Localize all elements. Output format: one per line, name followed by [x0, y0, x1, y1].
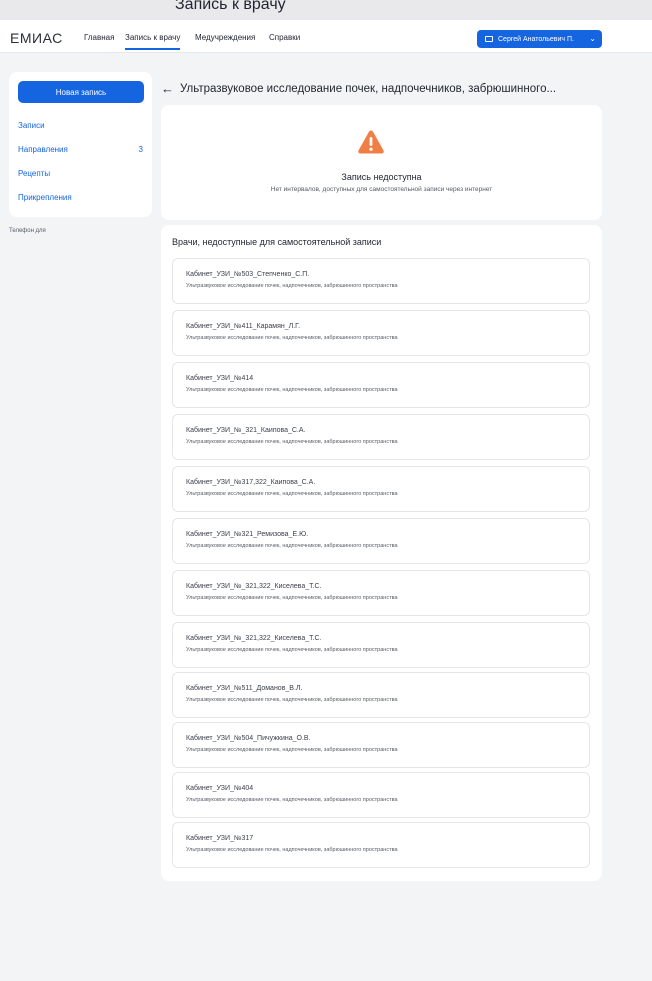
card-icon	[485, 36, 493, 42]
unavailable-card: Запись недоступна Нет интервалов, доступ…	[161, 105, 602, 220]
doctor-service: Ультразвуковое исследование почек, надпо…	[186, 747, 398, 753]
doctor-name: Кабинет_УЗИ_№_321,322_Киселева_Т.С.	[186, 635, 322, 642]
doctor-item[interactable]: Кабинет_УЗИ_№411_Карамян_Л.Г. Ультразвук…	[172, 310, 590, 356]
doctor-service: Ультразвуковое исследование почек, надпо…	[186, 439, 398, 445]
doctor-name: Кабинет_УЗИ_№411_Карамян_Л.Г.	[186, 323, 301, 330]
nav-certificates[interactable]: Справки	[269, 33, 300, 42]
doctors-card: Врачи, недоступные для самостоятельной з…	[161, 225, 602, 881]
warning-triangle-icon	[358, 130, 384, 154]
window-caption: Запись к врачу	[175, 0, 286, 13]
doctor-item[interactable]: Кабинет_УЗИ_№503_Степченко_С.П. Ультразв…	[172, 258, 590, 304]
emias-logo[interactable]: ЕМИАС	[10, 30, 63, 46]
sidebar-item-attachments[interactable]: Прикрепления	[18, 193, 72, 202]
doctor-name: Кабинет_УЗИ_№503_Степченко_С.П.	[186, 271, 310, 278]
page-title: Ультразвуковое исследование почек, надпо…	[180, 83, 557, 95]
doctor-service: Ультразвуковое исследование почек, надпо…	[186, 595, 398, 601]
sidebar-item-prescriptions[interactable]: Рецепты	[18, 169, 50, 178]
doctor-item[interactable]: Кабинет_УЗИ_№_321,322_Киселева_Т.С. Ульт…	[172, 570, 590, 616]
doctor-item[interactable]: Кабинет_УЗИ_№321_Ремизова_Е.Ю. Ультразву…	[172, 518, 590, 564]
doctor-item[interactable]: Кабинет_УЗИ_№_321,322_Киселева_Т.С. Ульт…	[172, 622, 590, 668]
doctor-name: Кабинет_УЗИ_№321_Ремизова_Е.Ю.	[186, 531, 309, 538]
sidebar-item-appointments[interactable]: Записи	[18, 121, 45, 130]
doctor-service: Ультразвуковое исследование почек, надпо…	[186, 387, 398, 393]
doctor-name: Кабинет_УЗИ_№504_Пичужкина_О.В.	[186, 735, 311, 742]
doctor-item[interactable]: Кабинет_УЗИ_№404 Ультразвуковое исследов…	[172, 772, 590, 818]
doctor-service: Ультразвуковое исследование почек, надпо…	[186, 797, 398, 803]
doctor-name: Кабинет_УЗИ_№511_Доманов_В.Л.	[186, 685, 303, 692]
arrow-left-icon[interactable]: ←	[161, 81, 174, 96]
doctor-service: Ультразвуковое исследование почек, надпо…	[186, 335, 398, 341]
doctor-service: Ультразвуковое исследование почек, надпо…	[186, 283, 398, 289]
user-name: Сергей Анатольевич П.	[498, 35, 574, 43]
doctor-name: Кабинет_УЗИ_№_321_Каипова_С.А.	[186, 427, 306, 434]
window-titlebar: Запись к врачу	[0, 0, 652, 20]
chevron-down-icon: ⌄	[589, 34, 596, 43]
doctor-name: Кабинет_УЗИ_№_321,322_Киселева_Т.С.	[186, 583, 322, 590]
doctor-name: Кабинет_УЗИ_№317	[186, 835, 254, 842]
new-appointment-button[interactable]: Новая запись	[18, 81, 144, 103]
referrals-count-badge: 3	[138, 145, 143, 154]
doctor-name: Кабинет_УЗИ_№317,322_Каипова_С.А.	[186, 479, 316, 486]
sidebar-item-referrals[interactable]: Направления	[18, 145, 68, 154]
doctor-name: Кабинет_УЗИ_№414	[186, 375, 254, 382]
user-menu-button[interactable]: Сергей Анатольевич П. ⌄	[477, 30, 602, 48]
doctor-item[interactable]: Кабинет_УЗИ_№511_Доманов_В.Л. Ультразвук…	[172, 672, 590, 718]
doctor-item[interactable]: Кабинет_УЗИ_№317,322_Каипова_С.А. Ультра…	[172, 466, 590, 512]
nav-home[interactable]: Главная	[84, 33, 114, 42]
unavailable-title: Запись недоступна	[341, 172, 422, 182]
doctors-heading: Врачи, недоступные для самостоятельной з…	[172, 237, 382, 247]
doctor-item[interactable]: Кабинет_УЗИ_№504_Пичужкина_О.В. Ультразв…	[172, 722, 590, 768]
doctor-service: Ультразвуковое исследование почек, надпо…	[186, 647, 398, 653]
doctor-service: Ультразвуковое исследование почек, надпо…	[186, 847, 398, 853]
doctor-service: Ультразвуковое исследование почек, надпо…	[186, 491, 398, 497]
nav-clinics[interactable]: Медучреждения	[195, 33, 255, 42]
doctor-item[interactable]: Кабинет_УЗИ_№317 Ультразвуковое исследов…	[172, 822, 590, 868]
phone-label: Телефон для	[9, 228, 46, 234]
doctor-item[interactable]: Кабинет_УЗИ_№414 Ультразвуковое исследов…	[172, 362, 590, 408]
doctor-item[interactable]: Кабинет_УЗИ_№_321_Каипова_С.А. Ультразву…	[172, 414, 590, 460]
unavailable-subtitle: Нет интервалов, доступных для самостояте…	[270, 186, 493, 193]
nav-appointment[interactable]: Запись к врачу	[125, 33, 181, 50]
sidebar: Новая запись Записи Направления 3 Рецепт…	[9, 72, 152, 217]
doctor-service: Ультразвуковое исследование почек, надпо…	[186, 697, 398, 703]
doctor-service: Ультразвуковое исследование почек, надпо…	[186, 543, 398, 549]
doctor-name: Кабинет_УЗИ_№404	[186, 785, 254, 792]
